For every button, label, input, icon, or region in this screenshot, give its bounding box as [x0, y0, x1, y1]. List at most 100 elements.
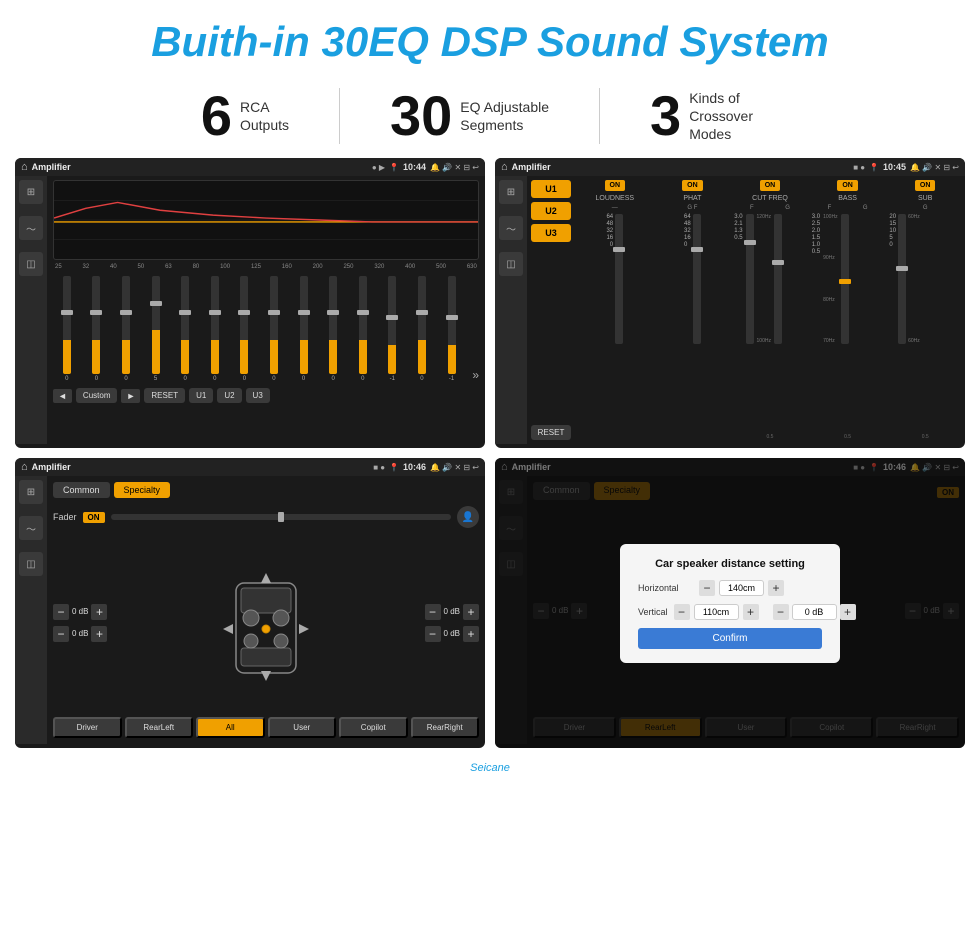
eq-sidebar-btn-2[interactable]: 〜	[19, 216, 43, 240]
fader-row: Fader ON 👤	[53, 506, 479, 528]
right-top-plus[interactable]: +	[463, 604, 479, 620]
page-title: Buith-in 30EQ DSP Sound System	[0, 18, 980, 66]
db-minus-btn[interactable]: −	[773, 604, 789, 620]
stat-crossover: 3 Kinds of Crossover Modes	[600, 88, 829, 144]
sub-on-btn[interactable]: ON	[915, 180, 936, 191]
fader-bottom-btns: Driver RearLeft All User Copilot RearRig…	[53, 717, 479, 738]
fader-track[interactable]	[111, 514, 451, 520]
eq-u1-btn[interactable]: U1	[189, 388, 213, 403]
left-db-controls: − 0 dB + − 0 dB +	[53, 604, 107, 642]
eq-u2-btn[interactable]: U2	[217, 388, 241, 403]
right-top-minus[interactable]: −	[425, 604, 441, 620]
amp-home-icon[interactable]: ⌂	[501, 161, 508, 173]
eq-u3-btn[interactable]: U3	[246, 388, 270, 403]
stat-eq-number: 30	[390, 88, 452, 144]
amp-app-name: Amplifier	[512, 162, 850, 172]
fader-home-icon[interactable]: ⌂	[21, 461, 28, 473]
eq-prev-btn[interactable]: ◄	[53, 389, 72, 403]
stat-rca-number: 6	[201, 88, 232, 144]
horizontal-value[interactable]: 140cm	[719, 580, 764, 596]
amp-u2-btn[interactable]: U2	[531, 202, 571, 220]
fader-sidebar-btn-1[interactable]: ⊞	[19, 480, 43, 504]
amp-u-buttons: U1 U2 U3 RESET	[531, 180, 571, 440]
stat-rca-label: RCA Outputs	[240, 98, 289, 134]
car-diagram	[115, 553, 416, 693]
fader-on-badge[interactable]: ON	[83, 512, 105, 523]
fader-tabs: Common Specialty	[53, 482, 479, 498]
dialog-title: Car speaker distance setting	[638, 558, 822, 570]
fader-sidebar: ⊞ 〜 ◫	[15, 476, 47, 744]
screen-distance: ⌂ Amplifier ■ ● 📍 10:46 🔔 🔊 ✕ ⊟ ↩ ⊞ 〜 ◫ …	[495, 458, 965, 748]
vertical-minus-btn[interactable]: −	[674, 604, 690, 620]
amp-status-bar: ⌂ Amplifier ■ ● 📍 10:45 🔔 🔊 ✕ ⊟ ↩	[495, 158, 965, 176]
speaker-layout: − 0 dB + − 0 dB +	[53, 532, 479, 713]
loudness-on-btn[interactable]: ON	[605, 180, 626, 191]
amp-sidebar-btn-3[interactable]: ◫	[499, 252, 523, 276]
screen-amp: ⌂ Amplifier ■ ● 📍 10:45 🔔 🔊 ✕ ⊟ ↩ ⊞ 〜 ◫ …	[495, 158, 965, 448]
eq-sidebar-btn-1[interactable]: ⊞	[19, 180, 43, 204]
fader-time: 10:46	[403, 462, 426, 472]
dialog-horizontal-row: Horizontal − 140cm +	[638, 580, 822, 596]
eq-reset-btn[interactable]: RESET	[144, 388, 185, 403]
db-plus-btn[interactable]: +	[840, 604, 856, 620]
left-bot-minus[interactable]: −	[53, 626, 69, 642]
dialog-vertical-row: Vertical − 110cm + − 0 dB +	[638, 604, 822, 620]
bass-on-btn[interactable]: ON	[837, 180, 858, 191]
left-bot-plus[interactable]: +	[91, 626, 107, 642]
eq-graph	[53, 180, 479, 260]
fader-sidebar-btn-3[interactable]: ◫	[19, 552, 43, 576]
distance-dialog: Car speaker distance setting Horizontal …	[620, 544, 840, 663]
right-bot-minus[interactable]: −	[425, 626, 441, 642]
user-btn[interactable]: User	[268, 717, 337, 738]
copilot-btn[interactable]: Copilot	[339, 717, 408, 738]
amp-screen-content: ⊞ 〜 ◫ U1 U2 U3 RESET ON	[495, 176, 965, 444]
stat-eq: 30 EQ Adjustable Segments	[340, 88, 600, 144]
tab-common[interactable]: Common	[53, 482, 110, 498]
stat-crossover-label: Kinds of Crossover Modes	[689, 89, 779, 144]
amp-reset-btn[interactable]: RESET	[531, 425, 571, 440]
fader-app-name: Amplifier	[32, 462, 370, 472]
eq-status-bar: ⌂ Amplifier ● ▶ 📍 10:44 🔔 🔊 ✕ ⊟ ↩	[15, 158, 485, 176]
vertical-value[interactable]: 110cm	[694, 604, 739, 620]
rearleft-btn[interactable]: RearLeft	[125, 717, 194, 738]
vertical-control: − 110cm +	[674, 604, 759, 620]
phat-on-btn[interactable]: ON	[682, 180, 703, 191]
driver-btn[interactable]: Driver	[53, 717, 122, 738]
screenshots-grid: ⌂ Amplifier ● ▶ 📍 10:44 🔔 🔊 ✕ ⊟ ↩ ⊞ 〜 ◫	[0, 158, 980, 758]
amp-sidebar-btn-1[interactable]: ⊞	[499, 180, 523, 204]
cutfreq-on-btn[interactable]: ON	[760, 180, 781, 191]
stats-row: 6 RCA Outputs 30 EQ Adjustable Segments …	[0, 76, 980, 158]
confirm-button[interactable]: Confirm	[638, 628, 822, 649]
amp-main-content: U1 U2 U3 RESET ON LOUDNESS ON	[527, 176, 965, 444]
rearright-btn[interactable]: RearRight	[411, 717, 480, 738]
left-top-minus[interactable]: −	[53, 604, 69, 620]
fader-sidebar-btn-2[interactable]: 〜	[19, 516, 43, 540]
eq-time: 10:44	[403, 162, 426, 172]
horizontal-label: Horizontal	[638, 583, 693, 593]
stat-rca: 6 RCA Outputs	[151, 88, 340, 144]
amp-u1-btn[interactable]: U1	[531, 180, 571, 198]
all-btn[interactable]: All	[196, 717, 265, 738]
right-bot-plus[interactable]: +	[463, 626, 479, 642]
tab-specialty[interactable]: Specialty	[114, 482, 171, 498]
left-top-plus[interactable]: +	[91, 604, 107, 620]
right-db-controls: − 0 dB + − 0 dB +	[425, 604, 479, 642]
screen-fader: ⌂ Amplifier ■ ● 📍 10:46 🔔 🔊 ✕ ⊟ ↩ ⊞ 〜 ◫ …	[15, 458, 485, 748]
amp-sidebar-btn-2[interactable]: 〜	[499, 216, 523, 240]
profile-icon[interactable]: 👤	[457, 506, 479, 528]
horizontal-minus-btn[interactable]: −	[699, 580, 715, 596]
eq-controls-row: ◄ Custom ► RESET U1 U2 U3	[53, 388, 479, 403]
horizontal-plus-btn[interactable]: +	[768, 580, 784, 596]
amp-u3-btn[interactable]: U3	[531, 224, 571, 242]
eq-screen-content: ⊞ 〜 ◫	[15, 176, 485, 444]
eq-next-btn[interactable]: ►	[121, 389, 140, 403]
dialog-overlay: Car speaker distance setting Horizontal …	[495, 458, 965, 748]
eq-sidebar-btn-3[interactable]: ◫	[19, 252, 43, 276]
watermark: Seicane	[0, 758, 980, 780]
fader-screen-content: ⊞ 〜 ◫ Common Specialty Fader ON	[15, 476, 485, 744]
home-icon[interactable]: ⌂	[21, 161, 28, 173]
screen-eq: ⌂ Amplifier ● ▶ 📍 10:44 🔔 🔊 ✕ ⊟ ↩ ⊞ 〜 ◫	[15, 158, 485, 448]
db-value[interactable]: 0 dB	[792, 604, 837, 620]
eq-sliders: 0 0	[53, 274, 479, 384]
vertical-plus-btn[interactable]: +	[743, 604, 759, 620]
